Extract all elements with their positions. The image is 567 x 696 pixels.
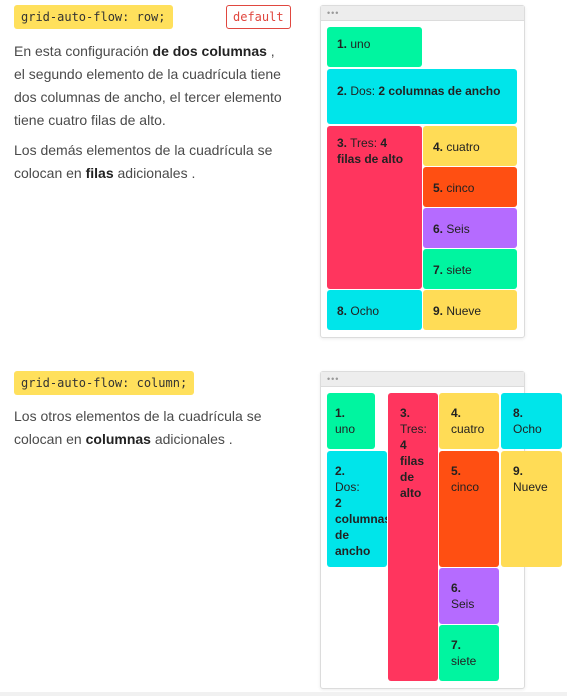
row-item-4: 4. cuatro bbox=[423, 126, 517, 166]
col-item-5: 5. cinco bbox=[439, 451, 499, 567]
row-description: En esta configuración de dos columnas , … bbox=[14, 40, 286, 132]
code-grid-auto-flow-row: grid-auto-flow: row; bbox=[14, 5, 173, 29]
col-item-7: 7. siete bbox=[439, 625, 499, 681]
row-item-2: 2. Dos: 2 columnas de ancho bbox=[327, 69, 517, 124]
col-item-8: 8. Ocho bbox=[501, 393, 562, 449]
row-item-1: 1. uno bbox=[327, 27, 422, 67]
page-bottom-divider bbox=[0, 692, 567, 696]
window-dots-icon: ••• bbox=[327, 374, 340, 384]
col-item-9: 9. Nueve bbox=[501, 451, 562, 567]
col-desc-bold: columnas bbox=[85, 431, 151, 447]
code-grid-auto-flow-column: grid-auto-flow: column; bbox=[14, 371, 195, 395]
row-desc2-text-end: adicionales . bbox=[113, 165, 196, 181]
row-item-9: 9. Nueve bbox=[423, 290, 517, 330]
row-description-2: Los demás elementos de la cuadrícula se … bbox=[14, 139, 286, 185]
window-titlebar: ••• bbox=[321, 6, 524, 21]
row-item-3: 3. Tres: 4 filas de alto bbox=[327, 126, 422, 289]
window-dots-icon: ••• bbox=[327, 8, 340, 18]
col-item-4: 4. cuatro bbox=[439, 393, 499, 449]
column-description: Los otros elementos de la cuadrícula se … bbox=[14, 405, 286, 451]
default-badge: default bbox=[226, 5, 291, 29]
col-desc-text-end: adicionales . bbox=[150, 431, 233, 447]
window-titlebar: ••• bbox=[321, 372, 524, 387]
row-desc2-bold: filas bbox=[85, 165, 114, 181]
row-item-8: 8. Ocho bbox=[327, 290, 422, 330]
row-item-5: 5. cinco bbox=[423, 167, 517, 207]
col-item-1: 1. uno bbox=[327, 393, 375, 449]
col-item-2: 2. Dos: 2 columnas de ancho bbox=[327, 451, 387, 567]
row-item-6: 6. Seis bbox=[423, 208, 517, 248]
row-desc-text: En esta configuración bbox=[14, 43, 153, 59]
row-item-7: 7. siete bbox=[423, 249, 517, 289]
row-desc-bold: de dos columnas bbox=[152, 43, 267, 59]
col-item-6: 6. Seis bbox=[439, 568, 499, 624]
col-item-3: 3. Tres: 4 filas de alto bbox=[388, 393, 438, 681]
